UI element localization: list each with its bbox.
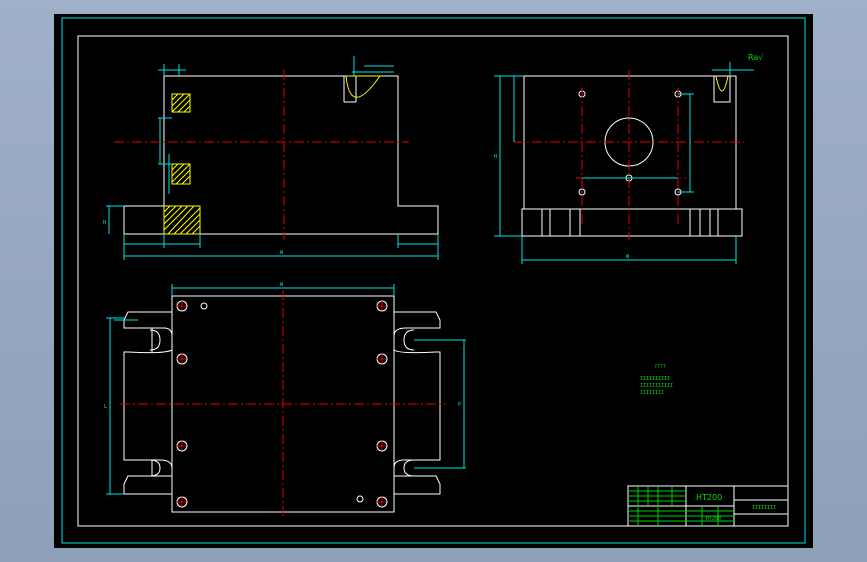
front-height-label: H xyxy=(103,220,106,226)
front-width-label: W xyxy=(280,250,284,256)
sheet-outer-border xyxy=(61,17,806,544)
side-view-outline xyxy=(521,75,743,237)
side-base-ribs xyxy=(541,209,719,236)
plan-hole xyxy=(356,495,364,503)
cad-drawing: W H H W Ra√ W L P ???? IIIIIIIIII IIIIII… xyxy=(61,17,806,544)
notes-heading: ???? xyxy=(654,364,666,370)
counterbore-hatch xyxy=(345,75,381,98)
roughness-symbol: Ra√ xyxy=(748,53,764,62)
slot-right-top xyxy=(403,329,415,351)
side-width-label: W xyxy=(626,254,630,260)
plan-slot-pitch-label: P xyxy=(458,402,461,408)
title-block: HT200 IIIIIIII HT200 xyxy=(627,485,789,527)
plan-view: W L P xyxy=(104,282,466,518)
plan-hole xyxy=(200,302,208,310)
notes-line-3: IIIIIIII xyxy=(640,390,664,396)
drawing-canvas: W H H W Ra√ W L P ???? IIIIIIIIII IIIIII… xyxy=(54,14,813,548)
plan-depth-label: L xyxy=(104,404,107,410)
title-drawing-number: IIIIIIII xyxy=(752,505,776,511)
plan-right-flange xyxy=(393,311,441,495)
notes-line-2: IIIIIIIIIII xyxy=(640,383,673,389)
counterbore-section xyxy=(343,76,357,103)
title-part-name: HT200 xyxy=(696,493,722,502)
front-view: W H xyxy=(103,56,439,260)
title-material: HT200 xyxy=(706,516,721,522)
side-height-label: H xyxy=(494,154,497,160)
technical-notes: ???? IIIIIIIIII IIIIIIIIIII IIIIIIII xyxy=(640,364,673,396)
sheet-inner-border xyxy=(77,35,789,527)
plan-width-label: W xyxy=(280,282,284,288)
notes-line-1: IIIIIIIIII xyxy=(640,376,670,382)
slot-right-bottom xyxy=(403,459,415,477)
plan-left-flange xyxy=(123,311,173,495)
side-view: H W Ra√ xyxy=(494,53,764,264)
